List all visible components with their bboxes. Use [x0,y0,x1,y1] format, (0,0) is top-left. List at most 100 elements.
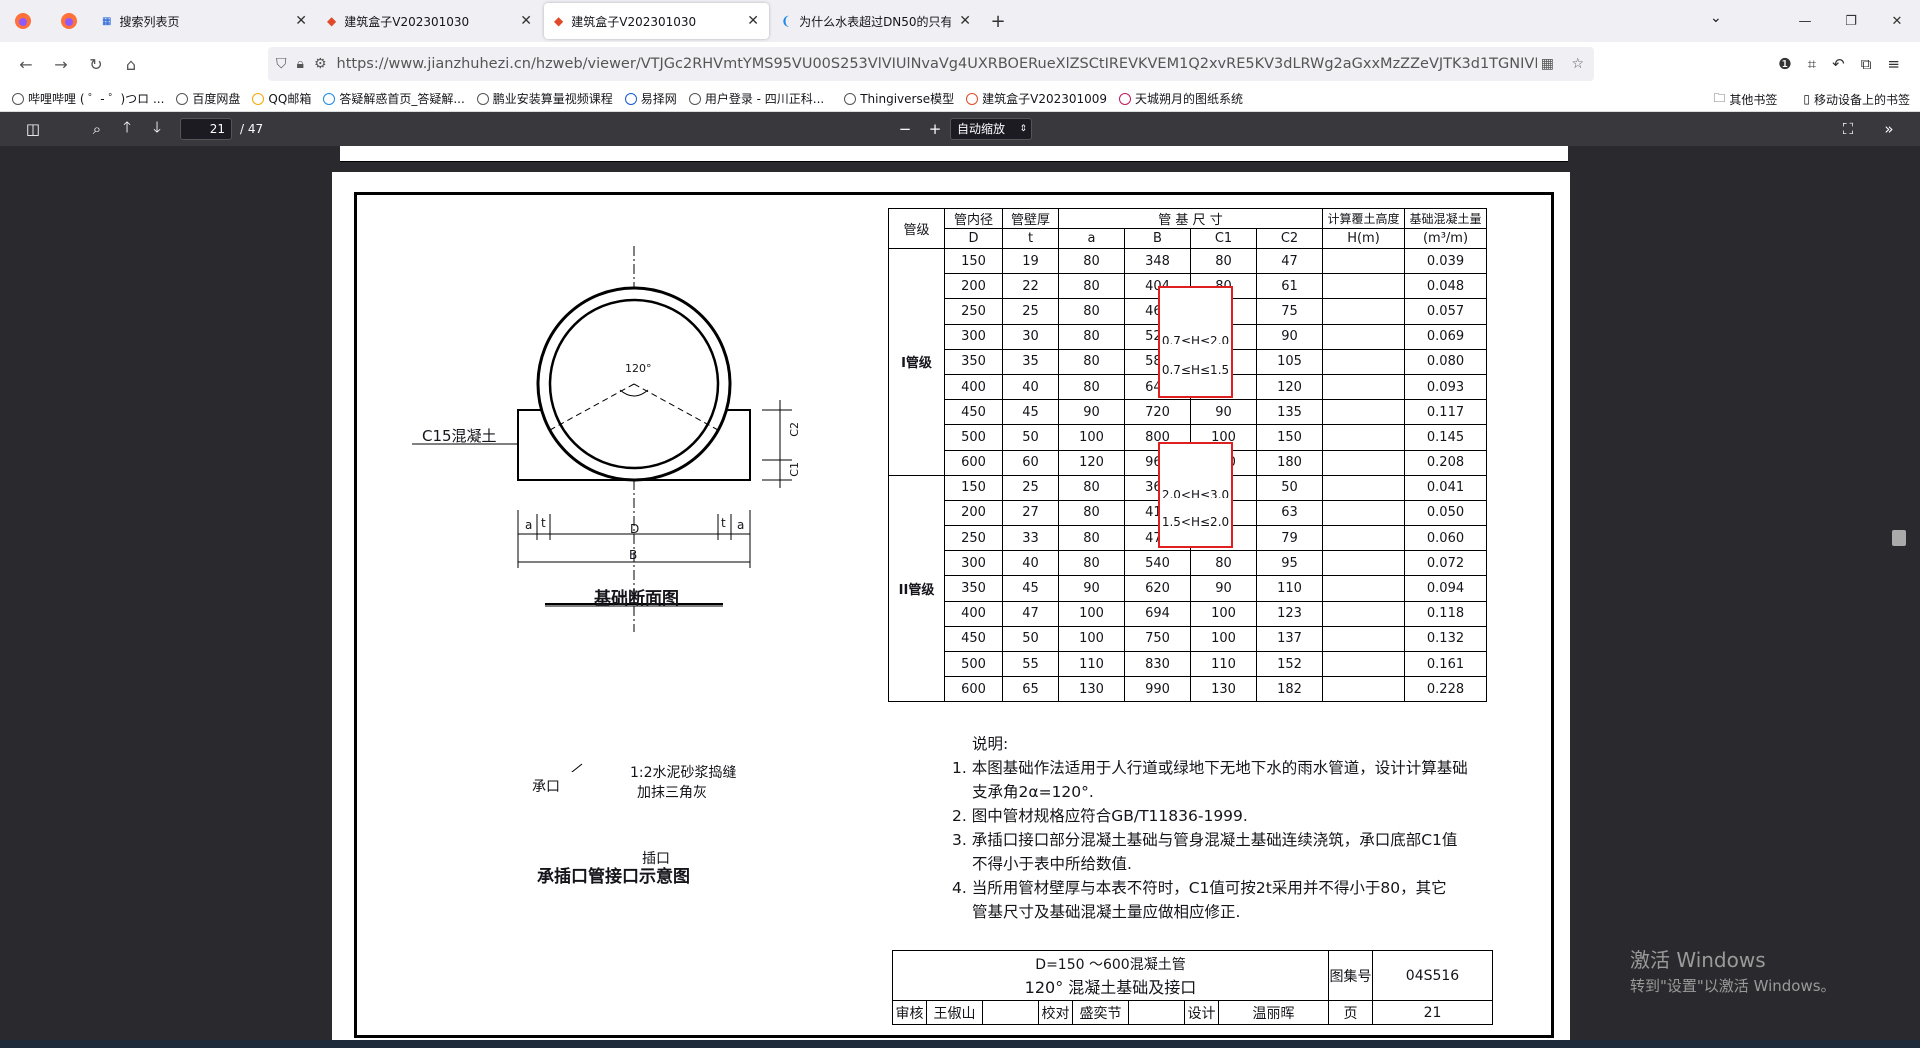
dim-c2: C2 [788,422,801,437]
atlas-number: 04S516 [1372,950,1493,1001]
close-window-icon[interactable]: ✕ [1874,0,1920,42]
crop-icon[interactable]: ⌗ [1808,55,1816,73]
table-cell: 0.161 [1404,650,1487,678]
tab-close-icon[interactable]: ✕ [520,13,532,29]
menu-icon[interactable]: ≡ [1887,55,1900,73]
permissions-icon[interactable]: ⚙ [314,56,327,72]
note-line: 3. 承插口接口部分混凝土基础与管身混凝土基础连续浇筑，承口底部C1值 [952,831,1458,849]
table-cell: 694 [1124,600,1191,627]
bookmark-item[interactable]: 易择网 [624,90,677,107]
joint-mortar-label: 1:2水泥砂浆捣缝 [630,765,737,781]
pdf-viewer[interactable]: 120° C15混凝土 C2 C1 a t D t a B 基础断面图 承口 1… [0,146,1920,1044]
table-cell: 0.080 [1404,348,1487,375]
table-cell: 500 [944,650,1003,678]
tab-search-list[interactable]: ▦ 搜索列表页 ✕ [92,0,317,42]
zoom-out-icon[interactable]: − [890,120,920,138]
table-cell: 137 [1256,625,1323,653]
pdf-page: 120° C15混凝土 C2 C1 a t D t a B 基础断面图 承口 1… [332,172,1570,1044]
table-cell: 0.118 [1404,600,1487,627]
list-all-tabs-icon[interactable]: ⌄ [1710,10,1722,26]
reload-icon[interactable]: ↻ [80,48,112,80]
bookmark-item[interactable]: 哔哩哔哩 ( ゜- ゜)つロ ... [12,90,164,107]
other-bookmarks[interactable]: 🗀︎ 其他书签 [1713,89,1777,110]
find-icon[interactable]: ⌕ [82,120,112,138]
grade-cell: II管级 [888,474,945,703]
tab-close-icon[interactable]: ✕ [747,13,759,29]
tools-menu-icon[interactable]: » [1874,120,1904,138]
forward-icon[interactable]: → [45,48,77,80]
url-bar[interactable]: ⛉ 🔒︎ ⚙ https://www.jianzhuhezi.cn/hzweb/… [268,47,1594,81]
table-cell: 80 [1058,323,1125,350]
page-number-input[interactable]: 21 [180,118,232,140]
bookmark-item[interactable]: 建筑盒子V202301009 [966,90,1107,107]
table-cell: 100 [1058,600,1125,627]
bookmark-item[interactable]: 天城朔月的图纸系统 [1119,90,1243,107]
presentation-mode-icon[interactable]: ⛶ [1833,120,1863,138]
extensions-icon[interactable]: ⧉ [1861,55,1872,73]
tab-close-icon[interactable]: ✕ [295,13,307,29]
bookmark-item[interactable]: 鹏业安装算量视频课程 [476,90,613,107]
dim-d: D [630,522,640,536]
bookmark-item[interactable]: Thingiverse模型 [844,90,954,107]
new-tab-button[interactable]: + [981,0,1015,42]
tab-jianzhuhezi-1[interactable]: ◆ 建筑盒子V202301030 ✕ [317,0,542,42]
sub-d: D [944,228,1003,249]
account-badge-icon[interactable]: ❶ [1778,55,1791,73]
home-icon[interactable]: ⌂ [115,48,147,80]
table-cell: 130 [1058,676,1125,703]
mobile-bookmarks[interactable]: ▯ 移动设备上的书签 [1803,91,1910,108]
globe-icon [176,92,189,105]
joint-fillet-label: 加抹三角灰 [637,785,707,801]
next-page-icon[interactable]: 🡓 [142,117,172,142]
url-text[interactable]: https://www.jianzhuhezi.cn/hzweb/viewer/… [337,56,1537,72]
lock-icon[interactable]: 🔒︎ [297,56,304,72]
bookmark-item[interactable]: 用户登录 - 四川正科... [688,90,824,107]
note-line: 不得小于表中所给数值. [972,855,1132,873]
table-cell: 50 [1002,424,1059,451]
table-cell: 300 [944,550,1003,577]
firefox-icon[interactable] [0,0,46,42]
table-cell: 45 [1002,575,1059,602]
bookmark-star-icon[interactable]: ☆ [1571,56,1584,72]
hdr-wall: 管壁厚 [1002,208,1059,229]
table-row: 400 47 100 694 100 123 0.118 [889,600,1487,627]
zoom-in-icon[interactable]: + [920,120,950,138]
shield-icon[interactable]: ⛉ [276,56,287,72]
table-cell: 450 [944,399,1003,426]
undo-icon[interactable]: ↶ [1832,55,1845,73]
table-cell: 0.060 [1404,525,1487,552]
table-cell: 720 [1124,399,1191,426]
table-cell: 0.050 [1404,499,1487,527]
table-cell: 830 [1124,650,1191,678]
tab-close-icon[interactable]: ✕ [959,13,971,29]
restore-icon[interactable]: ❐ [1828,0,1874,42]
bookmark-item[interactable]: QQ邮箱 [252,90,311,107]
page-label: 页 [1328,1000,1373,1025]
sub-h: H(m) [1322,228,1405,249]
note-line: 1. 本图基础作法适用于人行道或绿地下无地下水的雨水管道，设计计算基础 [952,759,1468,777]
zoom-select[interactable]: 自动缩放 ⇕ [950,118,1032,140]
tab-title: 搜索列表页 [119,14,180,29]
sidebar-toggle-icon[interactable]: ◫ [18,120,48,138]
table-cell: 80 [1058,273,1125,300]
back-icon[interactable]: ← [10,48,42,80]
firefox-view-icon[interactable] [46,0,92,42]
tab-water-meter[interactable]: ❨ 为什么水表超过DN50的只有水 ✕ [771,0,981,42]
bookmark-item[interactable]: 百度网盘 [176,90,240,107]
bookmark-item[interactable]: 答疑解惑首页_答疑解... [323,90,465,107]
table-cell: 80 [1058,298,1125,325]
scrollbar-thumb[interactable] [1892,530,1906,546]
table-cell: 80 [1190,550,1257,577]
joint-socket-label: 承口 [532,779,560,795]
minimize-icon[interactable]: — [1782,0,1828,42]
h-cell [1322,373,1405,401]
tab-jianzhuhezi-active[interactable]: ◆ 建筑盒子V202301030 ✕ [544,3,769,39]
joint-title: 承插口管接口示意图 [537,867,690,887]
table-cell: 90 [1058,575,1125,602]
hdr-grade: 管级 [888,208,945,249]
signature [982,1000,1039,1025]
role-label: 审核 [892,1000,927,1025]
previous-page-icon[interactable]: 🡑 [112,117,142,142]
table-cell: 95 [1256,550,1323,577]
qr-icon[interactable]: ▦ [1541,56,1554,72]
